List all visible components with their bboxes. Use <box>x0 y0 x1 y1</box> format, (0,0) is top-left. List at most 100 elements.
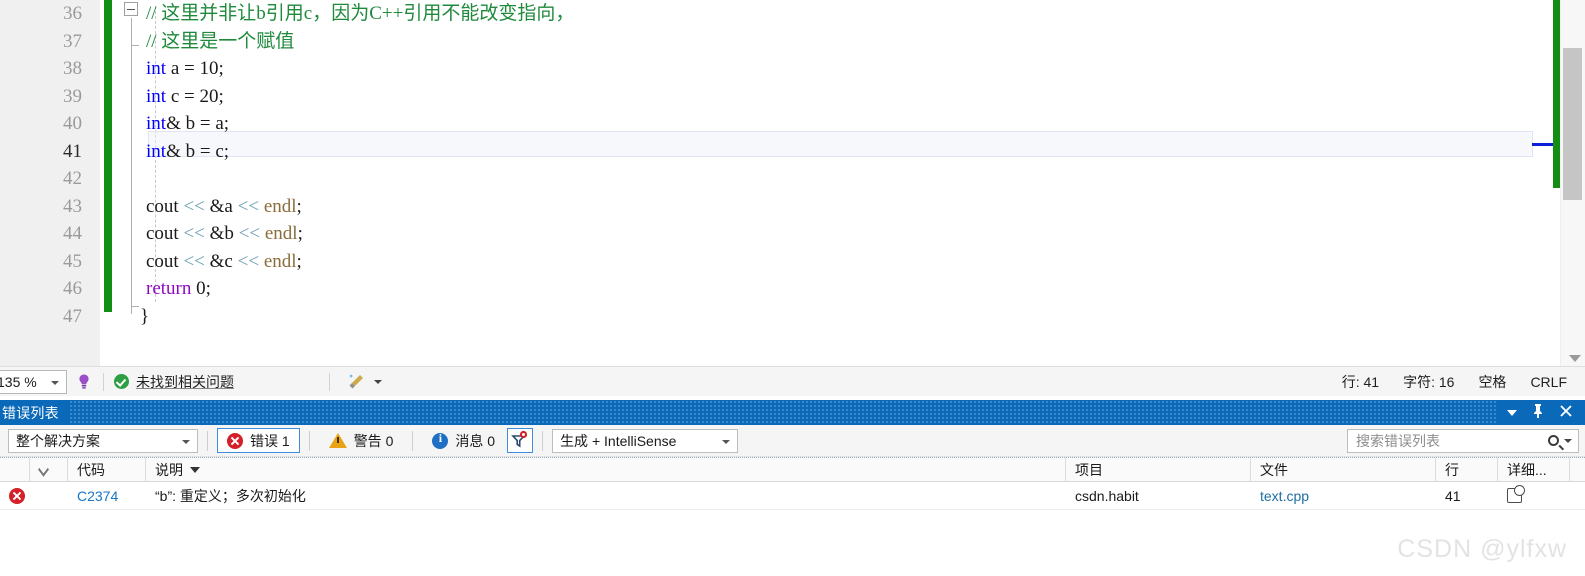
line-number: 41 <box>63 140 82 162</box>
search-icon[interactable] <box>1545 432 1562 449</box>
cleanup-broom-icon[interactable] <box>346 373 366 391</box>
window-menu-chevron-icon[interactable] <box>1507 409 1517 416</box>
zoom-level-combo[interactable]: 135 % <box>0 369 67 394</box>
code-line-text: cout << &b << endl; <box>146 223 303 244</box>
search-placeholder: 搜索错误列表 <box>1356 432 1440 449</box>
scroll-down-arrow-icon[interactable] <box>1569 355 1581 362</box>
info-icon <box>432 431 449 449</box>
error-list-title-bar[interactable]: 错误列表 <box>0 400 1585 425</box>
code-line[interactable]: 39 int c = 20; <box>0 83 1551 111</box>
column-header-description[interactable]: 说明 <box>146 458 1066 481</box>
table-row[interactable]: C2374 “b”: 重定义；多次初始化 csdn.habit text.cpp… <box>0 482 1585 510</box>
code-line-text: return 0; <box>146 278 211 299</box>
chevron-down-icon[interactable] <box>374 379 382 384</box>
code-line-text: int c = 20; <box>146 85 224 107</box>
column-header-icon[interactable] <box>0 458 30 481</box>
code-line[interactable]: 37 // 这里是一个赋值 <box>0 28 1551 56</box>
analysis-result-text: 未找到相关问题 <box>136 373 234 390</box>
toolbar-separator-2 <box>308 430 310 451</box>
row-description-cell: “b”: 重定义；多次初始化 <box>146 482 1066 509</box>
line-number: 36 <box>63 3 82 24</box>
editor-status-bar: 135 % 未找到相关问题 行: 41 字符: 16 空格 CRLF <box>0 366 1585 396</box>
line-number: 43 <box>63 195 82 217</box>
column-header-line[interactable]: 行 <box>1436 458 1498 481</box>
code-analysis-icon[interactable] <box>75 373 93 391</box>
scope-filter-combo[interactable]: 整个解决方案 <box>8 428 198 453</box>
scope-filter-value: 整个解决方案 <box>16 432 100 449</box>
success-check-icon <box>114 374 129 389</box>
watermark: CSDN @ylfxw <box>1397 535 1567 563</box>
indentation-indicator[interactable]: 空格 <box>1478 372 1506 392</box>
status-bar-right-group: 行: 41 字符: 16 空格 CRLF <box>1342 372 1585 392</box>
select-all-icon[interactable] <box>38 462 49 477</box>
chevron-down-icon[interactable] <box>1564 438 1572 443</box>
error-project-text: csdn.habit <box>1075 487 1139 504</box>
cursor-column-indicator[interactable]: 字符: 16 <box>1403 372 1454 392</box>
search-input[interactable]: 搜索错误列表 <box>1347 428 1579 453</box>
error-line-number: 41 <box>1445 487 1461 504</box>
code-line-text: // 这里并非让b引用c，因为C++引用不能改变指向， <box>146 3 575 24</box>
code-text-area[interactable]: 36 // 这里并非让b引用c，因为C++引用不能改变指向， 37 // 这里是一个赋… <box>0 0 1551 366</box>
row-project-cell: csdn.habit <box>1066 482 1251 509</box>
warnings-count-label: 警告 0 <box>353 432 394 449</box>
code-line-text: cout << &c << endl; <box>146 250 302 272</box>
column-header-details[interactable]: 详细... <box>1498 458 1570 481</box>
error-grid-header: 代码 说明 项目 文件 行 详细... <box>0 457 1585 482</box>
errors-filter-button[interactable]: 错误 1 <box>217 428 300 453</box>
code-line[interactable]: 36 // 这里并非让b引用c，因为C++引用不能改变指向， <box>0 0 1551 28</box>
code-line[interactable]: 45 cout << &c << endl; <box>0 248 1551 276</box>
close-icon[interactable] <box>1559 404 1573 421</box>
editor-vertical-scrollbar[interactable] <box>1560 0 1585 366</box>
scrollbar-change-annotation <box>1553 0 1560 188</box>
title-bar-grip[interactable] <box>68 400 1497 425</box>
row-code-cell[interactable]: C2374 <box>68 482 146 509</box>
line-number: 39 <box>63 85 82 107</box>
line-number: 44 <box>63 223 82 244</box>
copy-details-icon[interactable] <box>1507 485 1525 503</box>
analysis-result-status: 未找到相关问题 <box>114 372 234 392</box>
error-code-link[interactable]: C2374 <box>77 488 118 504</box>
messages-filter-button[interactable]: 消息 0 <box>422 428 505 453</box>
sort-descending-icon[interactable] <box>190 466 200 473</box>
column-header-code[interactable]: 代码 <box>68 458 146 481</box>
error-file-link[interactable]: text.cpp <box>1260 488 1309 504</box>
warnings-filter-button[interactable]: 警告 0 <box>319 428 404 453</box>
code-line[interactable]: 44 cout << &b << endl; <box>0 220 1551 248</box>
chevron-down-icon[interactable] <box>722 439 731 444</box>
column-header-file[interactable]: 文件 <box>1251 458 1436 481</box>
pin-icon[interactable] <box>1531 403 1545 422</box>
code-line[interactable]: 43 cout << &a << endl; <box>0 193 1551 221</box>
error-list-title: 错误列表 <box>2 404 59 421</box>
column-header-selector[interactable] <box>30 458 68 481</box>
cursor-line-indicator[interactable]: 行: 41 <box>1342 372 1379 392</box>
code-cleanup-control[interactable] <box>346 373 382 391</box>
code-line[interactable]: 41 int& b = c; <box>0 138 1551 166</box>
toolbar-separator-4 <box>542 430 544 451</box>
build-intellisense-value: 生成 + IntelliSense <box>560 432 677 449</box>
row-file-cell[interactable]: text.cpp <box>1251 482 1436 509</box>
line-number: 38 <box>63 58 82 79</box>
filter-funnel-icon[interactable] <box>507 428 534 453</box>
column-header-project-label: 项目 <box>1075 461 1103 478</box>
code-line[interactable]: 47} <box>0 303 1551 331</box>
column-header-project[interactable]: 项目 <box>1066 458 1251 481</box>
line-number: 42 <box>63 168 82 189</box>
code-line[interactable]: 46 return 0; <box>0 275 1551 303</box>
code-line[interactable]: 42 <box>0 165 1551 193</box>
code-line[interactable]: 38 int a = 10; <box>0 55 1551 83</box>
build-intellisense-combo[interactable]: 生成 + IntelliSense <box>552 428 739 453</box>
code-line[interactable]: 40 int& b = a; <box>0 110 1551 138</box>
row-details-cell[interactable] <box>1498 482 1570 509</box>
line-ending-indicator[interactable]: CRLF <box>1530 374 1567 390</box>
vs-ide-window: 36 // 这里并非让b引用c，因为C++引用不能改变指向， 37 // 这里是一个赋… <box>0 0 1585 576</box>
code-editor[interactable]: 36 // 这里并非让b引用c，因为C++引用不能改变指向， 37 // 这里是一个赋… <box>0 0 1585 366</box>
scrollbar-thumb[interactable] <box>1563 48 1582 200</box>
chevron-down-icon[interactable] <box>51 380 59 385</box>
code-line-text: int& b = a; <box>146 113 230 134</box>
chevron-down-icon[interactable] <box>182 439 190 444</box>
code-line-text: int a = 10; <box>146 58 224 79</box>
line-number: 37 <box>63 30 82 52</box>
error-list-toolbar: 整个解决方案 错误 1 警告 0 消息 0 <box>0 425 1585 457</box>
code-line-text: cout << &a << endl; <box>146 195 302 217</box>
row-selector-cell[interactable] <box>30 482 68 509</box>
